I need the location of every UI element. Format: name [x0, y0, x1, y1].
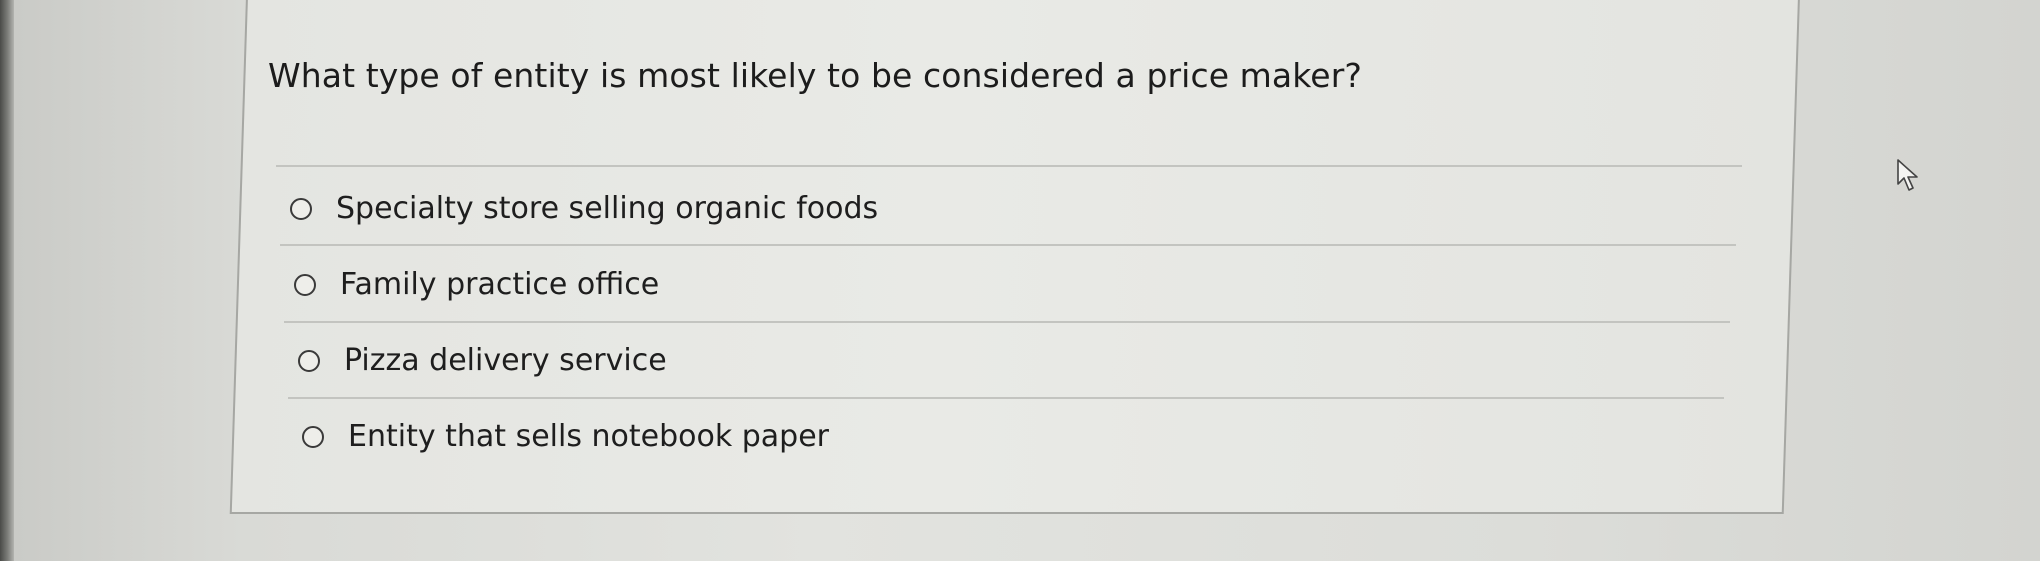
radio-unselected-icon[interactable] — [298, 349, 320, 372]
divider — [280, 244, 1736, 246]
answer-option-2[interactable]: Family practice office — [294, 267, 659, 302]
divider — [288, 397, 1724, 399]
radio-unselected-icon[interactable] — [290, 197, 312, 220]
mouse-pointer-icon — [1897, 159, 1918, 191]
answer-option-1[interactable]: Specialty store selling organic foods — [290, 191, 878, 226]
answer-option-label: Family practice office — [340, 267, 660, 302]
answer-option-3[interactable]: Pizza delivery service — [298, 343, 667, 378]
answer-option-label: Entity that sells notebook paper — [348, 419, 830, 454]
answer-option-4[interactable]: Entity that sells notebook paper — [302, 419, 829, 454]
question-text: What type of entity is most likely to be… — [268, 56, 1362, 95]
divider — [284, 321, 1730, 323]
divider — [276, 165, 1742, 167]
radio-unselected-icon[interactable] — [294, 273, 316, 296]
screen-bezel-edge — [0, 0, 14, 561]
answer-option-label: Specialty store selling organic foods — [336, 191, 879, 226]
answer-option-label: Pizza delivery service — [344, 343, 667, 378]
radio-unselected-icon[interactable] — [302, 425, 324, 448]
